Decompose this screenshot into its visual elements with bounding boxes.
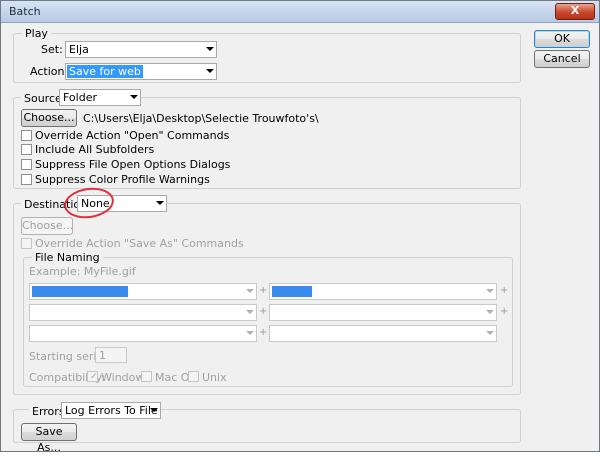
set-dropdown[interactable]: Elja bbox=[65, 41, 217, 58]
play-legend: Play bbox=[22, 27, 51, 40]
override-save-as-label: Override Action "Save As" Commands bbox=[35, 237, 244, 250]
batch-dialog: Batch X OK Cancel Play Set: Elja Action:… bbox=[0, 0, 600, 454]
chevron-down-icon bbox=[486, 310, 494, 314]
compat-windows-checkbox[interactable]: ✓ bbox=[87, 371, 98, 382]
naming-field-5[interactable] bbox=[29, 325, 257, 342]
naming-field-1[interactable] bbox=[29, 283, 257, 300]
plus-sign: + bbox=[259, 327, 268, 338]
ok-button[interactable]: OK bbox=[534, 30, 590, 48]
errors-save-as-button[interactable]: Save As... bbox=[21, 423, 77, 454]
source-choose-button[interactable]: Choose... bbox=[21, 109, 77, 127]
plus-sign: + bbox=[259, 306, 268, 317]
chevron-down-icon bbox=[246, 310, 254, 314]
plus-sign: + bbox=[500, 285, 509, 296]
chevron-down-icon bbox=[206, 47, 214, 51]
source-value: Folder bbox=[63, 91, 97, 104]
set-label: Set: bbox=[41, 43, 63, 56]
chevron-down-icon bbox=[486, 331, 494, 335]
errors-value: Log Errors To File bbox=[65, 404, 158, 417]
title-bar[interactable]: Batch X bbox=[1, 1, 599, 23]
source-path: C:\Users\Elja\Desktop\Selectie Trouwfoto… bbox=[83, 112, 319, 125]
checkmark-icon: ✓ bbox=[90, 372, 98, 382]
selected-highlight bbox=[272, 286, 312, 297]
set-value: Elja bbox=[69, 43, 89, 56]
selected-highlight bbox=[32, 286, 128, 297]
compat-macos-checkbox[interactable] bbox=[141, 371, 152, 382]
file-naming-legend: File Naming bbox=[32, 251, 103, 264]
chevron-down-icon bbox=[130, 95, 138, 99]
plus-sign: + bbox=[259, 285, 268, 296]
action-value: Save for web bbox=[67, 65, 143, 78]
action-label: Action: bbox=[30, 65, 69, 78]
suppress-color-warnings-checkbox[interactable] bbox=[21, 174, 32, 185]
window-title: Batch bbox=[9, 5, 41, 18]
override-open-label: Override Action "Open" Commands bbox=[35, 129, 230, 142]
source-dropdown[interactable]: Folder bbox=[59, 89, 141, 106]
chevron-down-icon bbox=[246, 331, 254, 335]
naming-field-4[interactable] bbox=[269, 304, 497, 321]
naming-field-2[interactable] bbox=[269, 283, 497, 300]
errors-dropdown[interactable]: Log Errors To File bbox=[61, 402, 161, 419]
naming-field-3[interactable] bbox=[29, 304, 257, 321]
chevron-down-icon bbox=[156, 201, 164, 205]
include-subfolders-checkbox[interactable] bbox=[21, 144, 32, 155]
file-naming-example: Example: MyFile.gif bbox=[29, 265, 136, 278]
action-dropdown[interactable]: Save for web bbox=[65, 63, 217, 80]
chevron-down-icon bbox=[246, 289, 254, 293]
override-save-as-checkbox[interactable] bbox=[21, 238, 32, 249]
close-button[interactable]: X bbox=[555, 3, 595, 20]
chevron-down-icon bbox=[486, 289, 494, 293]
chevron-down-icon bbox=[150, 408, 158, 412]
compat-unix-label: Unix bbox=[202, 371, 227, 384]
compat-unix-checkbox[interactable] bbox=[188, 371, 199, 382]
serial-input[interactable]: 1 bbox=[95, 347, 127, 363]
naming-field-6[interactable] bbox=[269, 325, 497, 342]
destination-choose-button[interactable]: Choose... bbox=[21, 217, 73, 235]
suppress-color-warnings-label: Suppress Color Profile Warnings bbox=[35, 173, 210, 186]
suppress-open-dialogs-checkbox[interactable] bbox=[21, 159, 32, 170]
override-open-checkbox[interactable] bbox=[21, 130, 32, 141]
suppress-open-dialogs-label: Suppress File Open Options Dialogs bbox=[35, 158, 231, 171]
cancel-button[interactable]: Cancel bbox=[534, 50, 590, 68]
chevron-down-icon bbox=[206, 69, 214, 73]
plus-sign: + bbox=[500, 306, 509, 317]
include-subfolders-label: Include All Subfolders bbox=[35, 143, 155, 156]
